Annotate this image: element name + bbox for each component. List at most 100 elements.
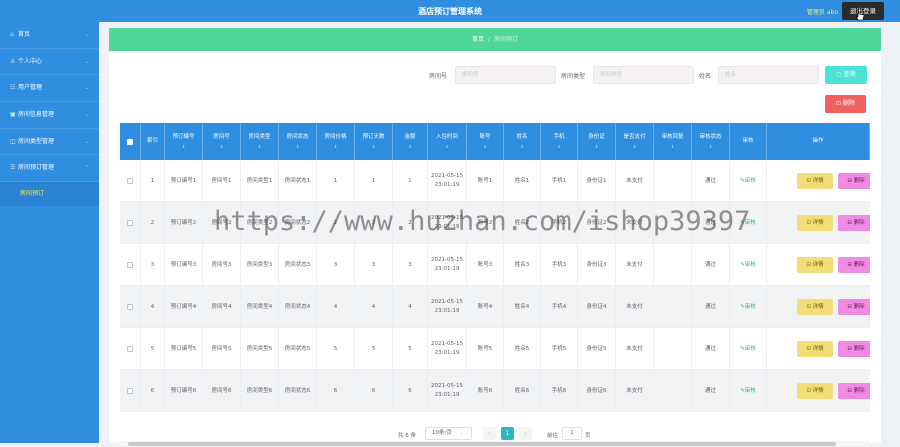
audit-link[interactable]: ✎ 审核 <box>730 160 767 202</box>
sort-icon[interactable]: ⇕ <box>692 142 729 151</box>
column-header[interactable]: 金额 ⇕ <box>393 123 428 160</box>
table-cell: 账号6 <box>467 370 504 412</box>
sidebar-item[interactable]: ☰ 房间预订管理 ⌃ <box>0 155 99 183</box>
sidebar-item[interactable]: ☷ 用户管理 ⌄ <box>0 75 99 103</box>
operation-cell: ⊡ 详情 ⊟ 删除 <box>767 286 870 328</box>
goto-page-input[interactable]: 1 <box>562 427 582 440</box>
row-delete-button[interactable]: ⊟ 删除 <box>838 299 870 315</box>
table-cell: 3 <box>393 244 428 286</box>
name-input[interactable]: 姓名 <box>718 66 819 84</box>
column-header[interactable]: 身份证 ⇕ <box>578 123 616 160</box>
row-checkbox[interactable] <box>127 388 133 394</box>
audit-link[interactable]: ✎ 审核 <box>730 286 767 328</box>
detail-button[interactable]: ⊡ 详情 <box>797 299 833 315</box>
column-header[interactable]: 审核 <box>730 123 767 160</box>
sort-icon[interactable]: ⇕ <box>467 142 503 151</box>
detail-button[interactable]: ⊡ 详情 <box>797 215 833 231</box>
row-checkbox[interactable] <box>127 262 133 268</box>
column-header[interactable]: 房间类型 ⇕ <box>241 123 279 160</box>
row-checkbox[interactable] <box>127 304 133 310</box>
audit-link[interactable]: ✎ 审核 <box>730 370 767 412</box>
room-no-input[interactable]: 房间号 <box>455 66 556 84</box>
table-cell: 身份证4 <box>578 286 616 328</box>
column-header[interactable]: 索引 <box>141 123 165 160</box>
column-header[interactable]: 入住时间 ⇕ <box>428 123 467 160</box>
table-cell: 通过 <box>692 160 730 202</box>
chevron-left-icon: ‹ <box>488 430 491 437</box>
sort-icon[interactable]: ⇕ <box>241 142 278 151</box>
sort-icon[interactable]: ⇕ <box>355 142 392 151</box>
sort-icon[interactable]: ⇕ <box>541 142 577 151</box>
sort-icon[interactable]: ⇕ <box>279 142 316 151</box>
table-cell: 房间号3 <box>203 244 241 286</box>
search-icon: ○ <box>836 71 844 78</box>
row-delete-button[interactable]: ⊟ 删除 <box>838 215 870 231</box>
query-button[interactable]: ○ 查询 <box>825 66 867 84</box>
sidebar-subitem-room-booking[interactable]: 房间预订 <box>0 182 99 207</box>
sort-icon[interactable]: ⇕ <box>393 142 427 151</box>
column-header[interactable]: 房间号 ⇕ <box>203 123 241 160</box>
column-header[interactable]: 姓名 ⇕ <box>504 123 541 160</box>
row-delete-button[interactable]: ⊟ 删除 <box>838 383 870 399</box>
breadcrumb-home[interactable]: 首页 <box>472 36 484 43</box>
table-cell: 预订编号1 <box>165 160 203 202</box>
table-cell: 2021-05-15 23:01:19 <box>428 244 467 286</box>
detail-button[interactable]: ⊡ 详情 <box>797 173 833 189</box>
sort-icon[interactable]: ⇕ <box>504 142 540 151</box>
row-checkbox[interactable] <box>127 220 133 226</box>
column-header[interactable]: 账号 ⇕ <box>467 123 504 160</box>
sidebar-item[interactable]: ⌂ 首页 ⌄ <box>0 22 99 49</box>
detail-button[interactable]: ⊡ 详情 <box>797 383 833 399</box>
sidebar-item-label: 用户管理 <box>18 84 43 92</box>
column-header[interactable]: 手机 ⇕ <box>541 123 578 160</box>
column-header[interactable]: 预订天数 ⇕ <box>355 123 393 160</box>
table-cell: 账号3 <box>467 244 504 286</box>
sort-icon[interactable]: ⇕ <box>578 142 615 151</box>
audit-link[interactable]: ✎ 审核 <box>730 328 767 370</box>
room-type-input[interactable]: 房间类型 <box>593 66 694 84</box>
detail-button[interactable]: ⊡ 详情 <box>797 341 833 357</box>
sort-icon[interactable]: ⇕ <box>203 142 240 151</box>
table-cell: 手机5 <box>541 328 578 370</box>
sort-icon[interactable]: ⇕ <box>428 142 466 151</box>
table-cell: 3 <box>317 244 355 286</box>
row-delete-button[interactable]: ⊟ 删除 <box>838 173 870 189</box>
row-delete-button[interactable]: ⊟ 删除 <box>838 341 870 357</box>
sidebar-item[interactable]: ▣ 房间信息管理 ⌄ <box>0 102 99 129</box>
sidebar-item[interactable]: ♙ 个人中心 ⌄ <box>0 49 99 76</box>
audit-link[interactable]: ✎ 审核 <box>730 244 767 286</box>
detail-button[interactable]: ⊡ 详情 <box>797 257 833 273</box>
prev-page-button[interactable]: ‹ <box>483 427 496 440</box>
horizontal-scrollbar[interactable] <box>120 441 870 447</box>
page-size-select[interactable]: 10条/页 ⌄ <box>425 427 472 440</box>
row-checkbox[interactable] <box>127 346 133 352</box>
page-number-current[interactable]: 1 <box>501 427 514 440</box>
row-checkbox[interactable] <box>127 178 133 184</box>
table-cell: 未支付 <box>616 370 654 412</box>
sort-icon[interactable]: ⇕ <box>654 142 691 151</box>
breadcrumb: 首页 / 房间预订 <box>109 28 881 51</box>
column-header[interactable]: 预订编号 ⇕ <box>165 123 203 160</box>
column-header[interactable]: 是否支付 ⇕ <box>616 123 654 160</box>
audit-label: 审核 <box>744 387 756 394</box>
table-row: 3 预订编号3 房间号3 房间类型3 房间状态3 3 3 3 2021-05-15 23:01:… <box>120 244 870 286</box>
column-header[interactable]: 操作 <box>767 123 870 160</box>
table-cell: 账号1 <box>467 160 504 202</box>
row-delete-label: 删除 <box>853 220 865 226</box>
next-page-button[interactable]: › <box>519 427 532 440</box>
sort-icon[interactable]: ⇕ <box>616 142 653 151</box>
sort-icon[interactable]: ⇕ <box>317 142 354 151</box>
batch-delete-button[interactable]: ⊡ 删除 <box>825 95 866 113</box>
row-delete-button[interactable]: ⊟ 删除 <box>838 257 870 273</box>
column-header[interactable]: 审核状态 ⇕ <box>692 123 730 160</box>
sidebar-item[interactable]: ◫ 房间类型管理 ⌄ <box>0 129 99 156</box>
column-header-label: 房间类型 <box>248 133 271 140</box>
column-header[interactable]: 审核回复 ⇕ <box>654 123 692 160</box>
sidebar-item-label: 房间预订管理 <box>18 164 55 172</box>
column-header[interactable]: 房间价格 ⇕ <box>317 123 355 160</box>
select-all-checkbox[interactable] <box>127 138 133 145</box>
table-cell: 姓名3 <box>504 244 541 286</box>
column-header[interactable]: 房间状态 ⇕ <box>279 123 317 160</box>
row-select-cell <box>120 244 141 286</box>
sort-icon[interactable]: ⇕ <box>165 142 202 151</box>
